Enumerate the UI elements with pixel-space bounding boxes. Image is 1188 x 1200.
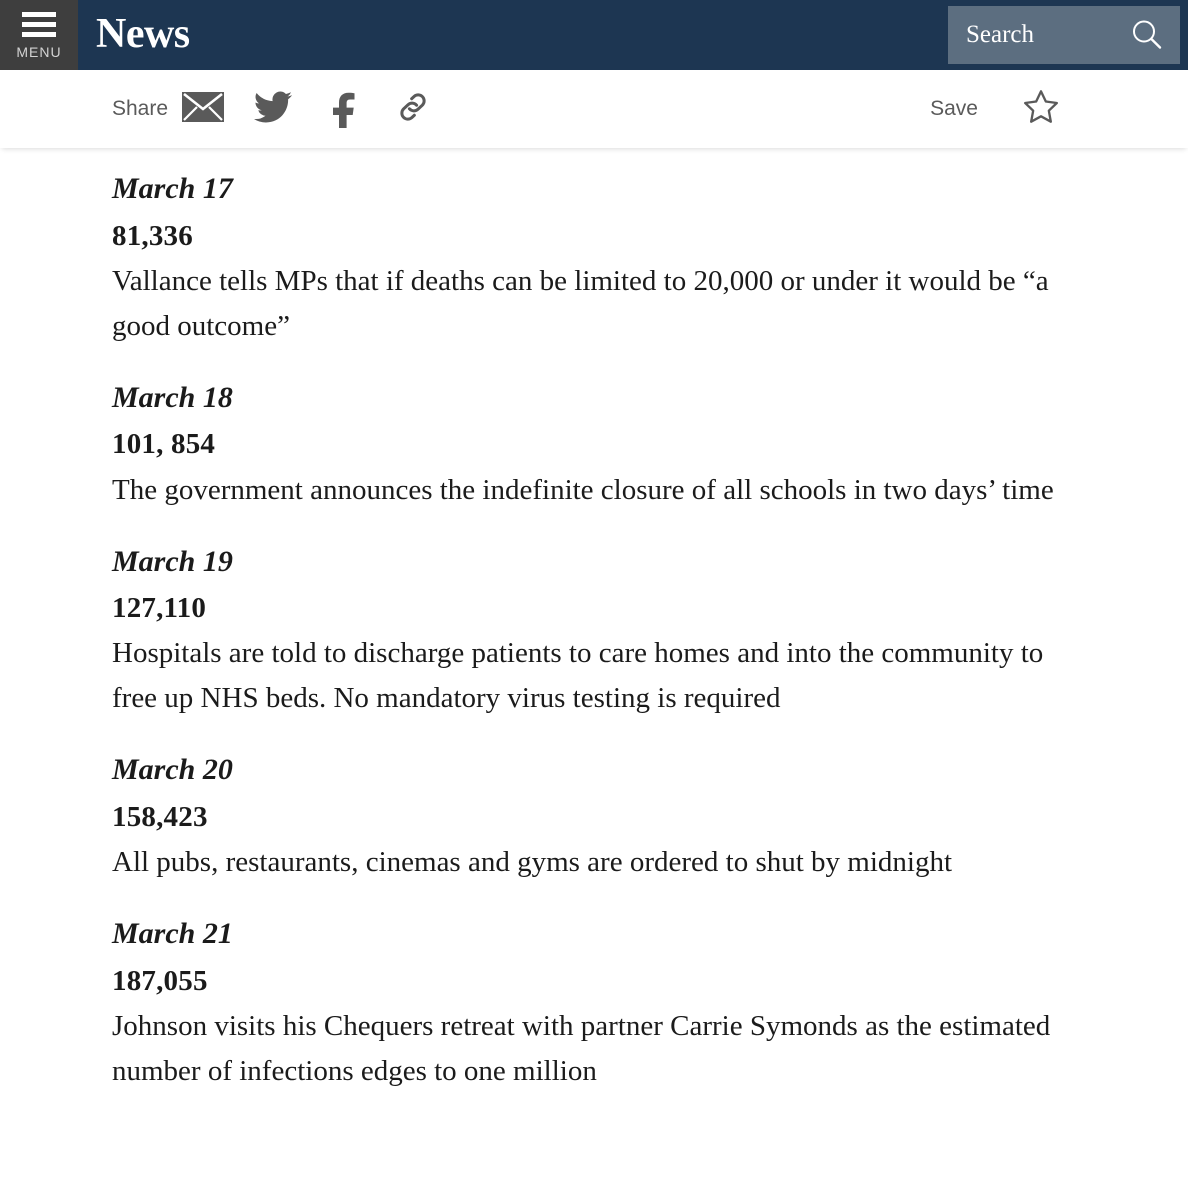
entry-count: 158,423	[112, 800, 208, 833]
timeline-entry: March 17 81,336 Vallance tells MPs that …	[112, 166, 1088, 349]
save-button[interactable]	[1006, 84, 1076, 134]
facebook-share-button[interactable]	[308, 84, 378, 134]
site-title: News	[96, 10, 190, 57]
search-placeholder: Search	[966, 21, 1035, 48]
search-input[interactable]: Search	[948, 6, 1180, 64]
email-icon	[182, 91, 225, 127]
save-group: Save	[930, 84, 1076, 134]
entry-date: March 17	[112, 172, 233, 205]
save-label: Save	[930, 97, 978, 120]
entry-count: 187,055	[112, 964, 208, 997]
twitter-icon	[251, 88, 295, 131]
copy-link-button[interactable]	[378, 84, 448, 134]
share-toolbar: Share Save	[0, 70, 1188, 148]
timeline-entry: March 20 158,423 All pubs, restaurants, …	[112, 747, 1088, 885]
timeline-entry: March 19 127,110 Hospitals are told to d…	[112, 539, 1088, 722]
entry-count: 127,110	[112, 592, 207, 625]
entry-count: 81,336	[112, 219, 193, 252]
facebook-icon	[329, 86, 357, 133]
entry-text: Vallance tells MPs that if deaths can be…	[112, 264, 1049, 342]
hamburger-icon	[22, 12, 56, 37]
menu-button[interactable]: MENU	[0, 0, 78, 70]
entry-date: March 21	[112, 917, 233, 951]
link-icon	[395, 89, 431, 130]
email-share-button[interactable]	[168, 84, 238, 134]
entry-text: All pubs, restaurants, cinemas and gyms …	[112, 846, 953, 879]
entry-count: 101, 854	[112, 428, 216, 461]
timeline-entry: March 18 101, 854 The government announc…	[112, 375, 1088, 513]
twitter-share-button[interactable]	[238, 84, 308, 134]
share-label: Share	[112, 97, 169, 120]
entry-text: Johnson visits his Chequers retreat with…	[112, 1010, 1051, 1088]
entry-date: March 18	[112, 380, 233, 414]
site-header: MENU News Search	[0, 0, 1188, 70]
entry-text: Hospitals are told to discharge patients…	[112, 637, 1044, 715]
article-body: March 17 81,336 Vallance tells MPs that …	[0, 148, 1188, 1094]
timeline-entry: March 21 187,055 Johnson visits his Cheq…	[112, 911, 1088, 1094]
share-group: Share	[112, 84, 448, 134]
entry-text: The government announces the indefinite …	[112, 473, 1054, 506]
site-brand[interactable]: News	[78, 0, 948, 70]
entry-date: March 20	[112, 753, 233, 787]
star-icon	[1021, 87, 1061, 132]
menu-button-label: MENU	[16, 44, 62, 60]
search-icon[interactable]	[1130, 18, 1164, 52]
entry-date: March 19	[112, 544, 233, 578]
